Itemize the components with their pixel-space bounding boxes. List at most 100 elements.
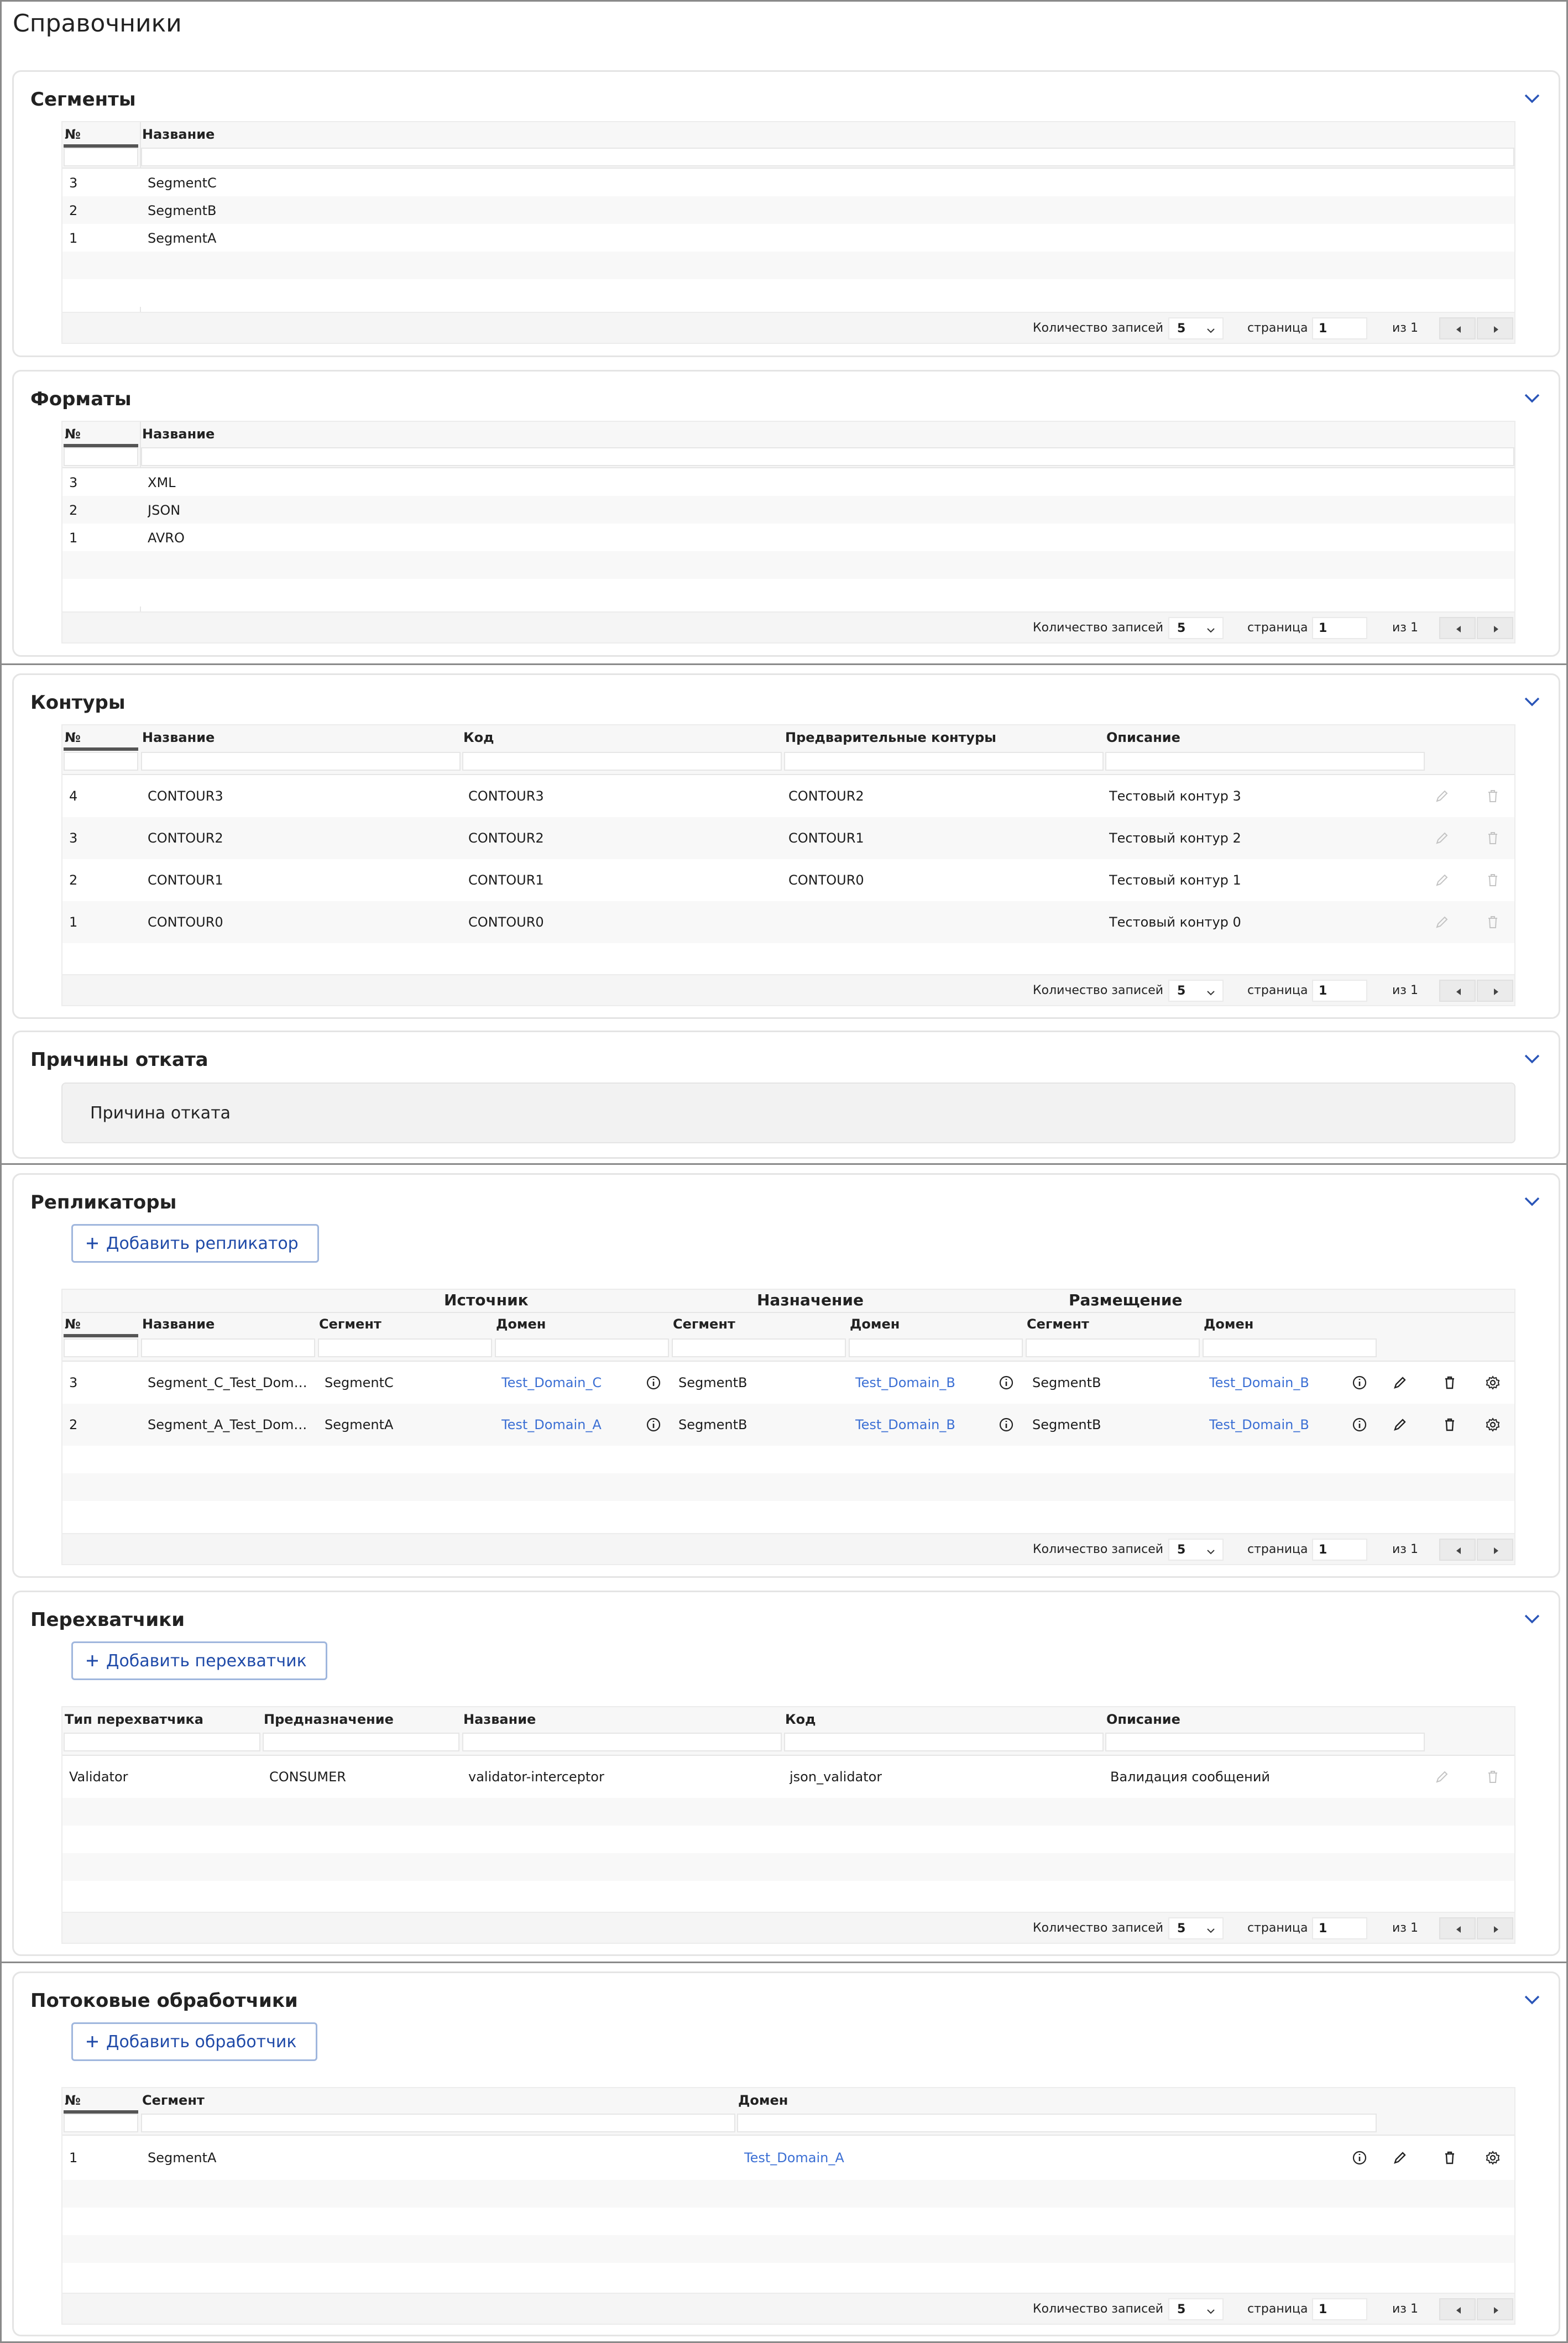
delete-icon[interactable] bbox=[1440, 2148, 1459, 2167]
col-dest-domain[interactable]: Домен bbox=[850, 1316, 900, 1332]
col-type[interactable]: Тип перехватчика bbox=[65, 1712, 203, 1727]
next-page-button[interactable] bbox=[1477, 617, 1513, 639]
page-size-select[interactable]: 5 bbox=[1168, 1917, 1224, 1939]
delete-icon[interactable] bbox=[1440, 1373, 1459, 1392]
source-domain-link[interactable]: Test_Domain_A bbox=[501, 1417, 602, 1432]
dest-domain-link[interactable]: Test_Domain_B bbox=[855, 1375, 955, 1390]
page-size-select[interactable]: 5 bbox=[1168, 980, 1224, 1002]
filter-number-input[interactable] bbox=[64, 148, 138, 166]
delete-icon[interactable] bbox=[1440, 1415, 1459, 1434]
delete-icon[interactable] bbox=[1483, 871, 1502, 890]
next-page-button[interactable] bbox=[1477, 2298, 1513, 2320]
table-row[interactable]: 3 CONTOUR2 CONTOUR2 CONTOUR1 Тестовый ко… bbox=[62, 817, 1514, 859]
edit-icon[interactable] bbox=[1391, 2148, 1409, 2167]
col-number[interactable]: № bbox=[65, 1316, 81, 1332]
filter-name-input[interactable] bbox=[141, 447, 1514, 466]
page-input[interactable]: 1 bbox=[1312, 980, 1367, 1002]
col-name[interactable]: Название bbox=[142, 426, 215, 442]
filter-type-input[interactable] bbox=[64, 1733, 260, 1751]
filter-place-segment-input[interactable] bbox=[1026, 1338, 1200, 1357]
edit-icon[interactable] bbox=[1433, 871, 1451, 890]
prev-page-button[interactable] bbox=[1439, 980, 1476, 1002]
filter-name-input[interactable] bbox=[141, 752, 461, 771]
chevron-down-icon[interactable] bbox=[1522, 1195, 1542, 1208]
edit-icon[interactable] bbox=[1391, 1373, 1409, 1392]
table-row[interactable]: 1 SegmentA Test_Domain_A bbox=[62, 2136, 1514, 2180]
filter-name-input[interactable] bbox=[462, 1733, 782, 1751]
dest-domain-link[interactable]: Test_Domain_B bbox=[855, 1417, 955, 1432]
filter-number-input[interactable] bbox=[64, 2114, 138, 2132]
page-size-select[interactable]: 5 bbox=[1168, 317, 1224, 339]
page-input[interactable]: 1 bbox=[1312, 1917, 1367, 1939]
table-row[interactable]: 2 SegmentB bbox=[62, 196, 1514, 224]
col-code[interactable]: Код bbox=[463, 730, 494, 745]
filter-code-input[interactable] bbox=[784, 1733, 1104, 1751]
col-name[interactable]: Название bbox=[142, 730, 215, 745]
table-row[interactable]: 2 CONTOUR1 CONTOUR1 CONTOUR0 Тестовый ко… bbox=[62, 859, 1514, 901]
filter-number-input[interactable] bbox=[64, 1338, 138, 1357]
page-input[interactable]: 1 bbox=[1312, 317, 1367, 339]
table-row[interactable]: 1 AVRO bbox=[62, 524, 1514, 551]
filter-purpose-input[interactable] bbox=[263, 1733, 459, 1751]
add-handler-button[interactable]: Добавить обработчик bbox=[71, 2022, 317, 2061]
page-input[interactable]: 1 bbox=[1312, 2298, 1367, 2320]
filter-code-input[interactable] bbox=[462, 752, 782, 771]
prev-page-button[interactable] bbox=[1439, 317, 1476, 339]
chevron-down-icon[interactable] bbox=[1522, 1052, 1542, 1065]
col-prev-contours[interactable]: Предварительные контуры bbox=[785, 730, 996, 745]
add-interceptor-button[interactable]: Добавить перехватчик bbox=[71, 1641, 327, 1680]
col-description[interactable]: Описание bbox=[1106, 1712, 1180, 1727]
chevron-down-icon[interactable] bbox=[1522, 1612, 1542, 1625]
gear-icon[interactable] bbox=[1483, 2148, 1502, 2167]
col-domain[interactable]: Домен bbox=[738, 2093, 788, 2108]
chevron-down-icon[interactable] bbox=[1522, 92, 1542, 105]
page-size-select[interactable]: 5 bbox=[1168, 617, 1224, 639]
info-icon[interactable] bbox=[644, 1415, 663, 1434]
page-input[interactable]: 1 bbox=[1312, 1539, 1367, 1561]
col-number[interactable]: № bbox=[65, 426, 81, 442]
table-row[interactable]: 4 CONTOUR3 CONTOUR3 CONTOUR2 Тестовый ко… bbox=[62, 775, 1514, 817]
info-icon[interactable] bbox=[644, 1373, 663, 1392]
info-icon[interactable] bbox=[1350, 1373, 1369, 1392]
info-icon[interactable] bbox=[1350, 2148, 1369, 2167]
col-place-segment[interactable]: Сегмент bbox=[1027, 1316, 1089, 1332]
delete-icon[interactable] bbox=[1483, 829, 1502, 848]
edit-icon[interactable] bbox=[1391, 1415, 1409, 1434]
col-description[interactable]: Описание bbox=[1106, 730, 1180, 745]
chevron-down-icon[interactable] bbox=[1522, 391, 1542, 405]
prev-page-button[interactable] bbox=[1439, 2298, 1476, 2320]
gear-icon[interactable] bbox=[1483, 1415, 1502, 1434]
filter-name-input[interactable] bbox=[141, 148, 1514, 166]
delete-icon[interactable] bbox=[1483, 1767, 1502, 1786]
delete-icon[interactable] bbox=[1483, 913, 1502, 932]
place-domain-link[interactable]: Test_Domain_B bbox=[1209, 1375, 1309, 1390]
edit-icon[interactable] bbox=[1433, 829, 1451, 848]
gear-icon[interactable] bbox=[1483, 1373, 1502, 1392]
page-input[interactable]: 1 bbox=[1312, 617, 1367, 639]
next-page-button[interactable] bbox=[1477, 1539, 1513, 1561]
chevron-down-icon[interactable] bbox=[1522, 1993, 1542, 2006]
filter-dest-segment-input[interactable] bbox=[672, 1338, 846, 1357]
filter-segment-input[interactable] bbox=[141, 2114, 735, 2132]
edit-icon[interactable] bbox=[1433, 1767, 1451, 1786]
info-icon[interactable] bbox=[997, 1415, 1016, 1434]
prev-page-button[interactable] bbox=[1439, 1917, 1476, 1939]
page-size-select[interactable]: 5 bbox=[1168, 2298, 1224, 2320]
prev-page-button[interactable] bbox=[1439, 617, 1476, 639]
filter-number-input[interactable] bbox=[64, 447, 138, 466]
filter-source-segment-input[interactable] bbox=[318, 1338, 492, 1357]
table-row[interactable]: 3 Segment_C_Test_Doma... SegmentC Test_D… bbox=[62, 1362, 1514, 1404]
col-purpose[interactable]: Предназначение bbox=[264, 1712, 394, 1727]
next-page-button[interactable] bbox=[1477, 1917, 1513, 1939]
table-row[interactable]: 3 XML bbox=[62, 468, 1514, 496]
prev-page-button[interactable] bbox=[1439, 1539, 1476, 1561]
filter-description-input[interactable] bbox=[1105, 1733, 1425, 1751]
col-source-segment[interactable]: Сегмент bbox=[319, 1316, 381, 1332]
filter-dest-domain-input[interactable] bbox=[849, 1338, 1023, 1357]
next-page-button[interactable] bbox=[1477, 980, 1513, 1002]
table-row[interactable]: 1 CONTOUR0 CONTOUR0 Тестовый контур 0 bbox=[62, 901, 1514, 943]
add-replicator-button[interactable]: Добавить репликатор bbox=[71, 1224, 319, 1263]
info-icon[interactable] bbox=[997, 1373, 1016, 1392]
table-row[interactable]: 2 JSON bbox=[62, 496, 1514, 524]
delete-icon[interactable] bbox=[1483, 787, 1502, 806]
